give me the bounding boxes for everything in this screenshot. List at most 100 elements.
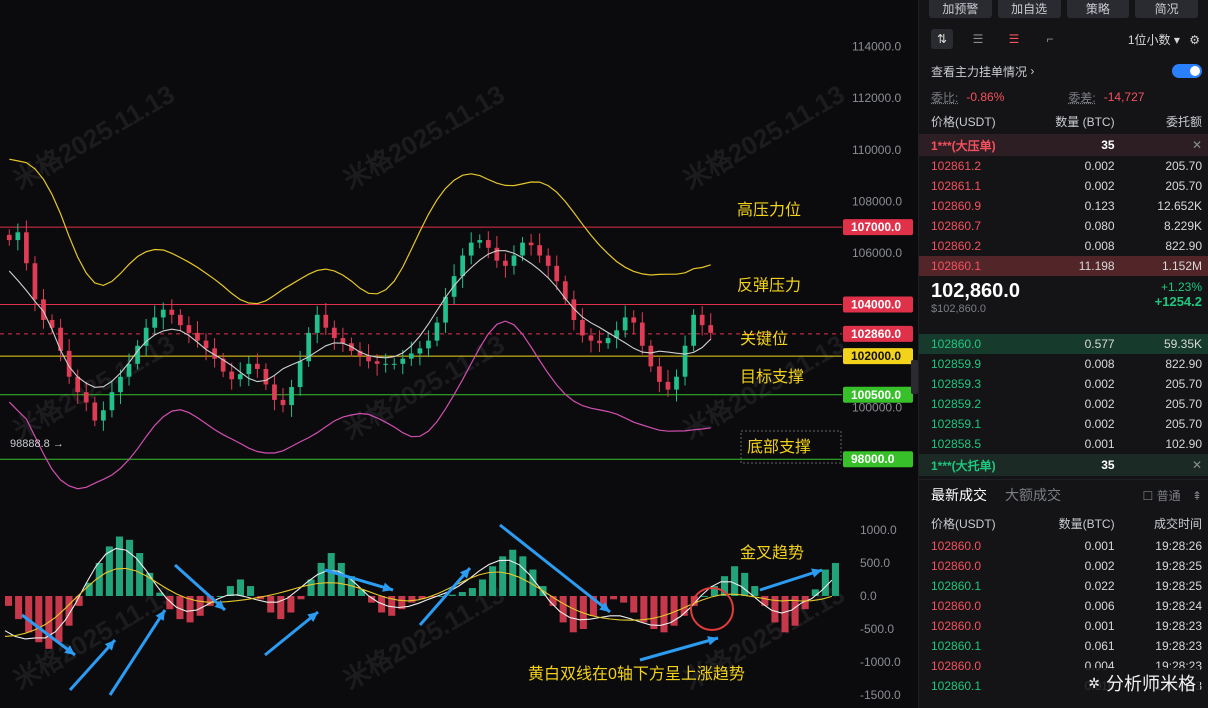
book-price-header: 价格(USDT) [931, 114, 996, 129]
candle-body [152, 317, 158, 328]
order-panel: 加预警 加自选 策略 简况 ⇅ ☰ ☰ ⌐ 1位小数 ▾ ⚙ 查看主力挂单情况 … [918, 0, 1208, 708]
bid-row-qty: 0.002 [1084, 397, 1115, 411]
watermark-text: 米格2025.11.13 [8, 579, 179, 695]
price-level-annotation: 目标支撑 [740, 368, 804, 386]
ask-row[interactable]: 102860.9 0.123 12.652K [919, 196, 1208, 216]
bid-row[interactable]: 102859.1 0.002 205.70 [919, 414, 1208, 434]
price-level-tag-label: 102860.0 [851, 327, 901, 341]
bid-row-amount: 59.35K [1163, 337, 1203, 351]
book-depth-icon[interactable]: ⌐ [1039, 29, 1061, 49]
bid-row-price: 102860.0 [931, 337, 982, 351]
brand-badge: ✲ 分析师米格 [1084, 668, 1200, 698]
settings-icon[interactable]: ⚙ [1189, 33, 1200, 47]
candle-body [674, 376, 679, 390]
trades-qty-header[interactable]: 数量(BTC) [1040, 515, 1115, 532]
candle-body [580, 319, 585, 336]
change-pct: +1.23% [1160, 280, 1202, 294]
candle-body [331, 327, 337, 339]
trade-row[interactable]: 102860.0 0.006 19:28:24 [919, 596, 1208, 616]
collapse-handle [911, 360, 918, 394]
ask-row-amount: 1.152M [1161, 259, 1203, 273]
candle-body [24, 232, 29, 264]
ask-row[interactable]: 102860.1 11.198 1.152M [919, 256, 1208, 276]
price-tick-label: 106000.0 [852, 246, 902, 260]
candle-body [682, 345, 688, 377]
book-both-icon[interactable]: ⇅ [931, 29, 953, 49]
trade-row[interactable]: 102860.0 0.002 19:28:25 [919, 556, 1208, 576]
bid-row[interactable]: 102858.5 0.001 102.90 [919, 434, 1208, 454]
tab-large-trades[interactable]: 大额成交 [1005, 485, 1061, 505]
candle-body [639, 322, 645, 346]
bid-row-qty: 0.002 [1084, 377, 1115, 391]
macd-histogram-bar [610, 595, 618, 600]
trade-row-time: 19:28:23 [1155, 639, 1203, 653]
add-alert-button[interactable]: 加预警 [929, 0, 992, 18]
price-level-tag-label: 107000.0 [851, 220, 901, 234]
candle-body [297, 361, 303, 388]
candle-body [32, 263, 38, 300]
book-bids-icon[interactable]: ☰ [967, 29, 989, 49]
macd-histogram-bar [126, 539, 134, 596]
ask-list: 102861.2 0.002 205.70 102861.1 0.002 205.70 10… [919, 156, 1208, 276]
macd-histogram-bar [751, 586, 759, 596]
book-qty-header[interactable]: 数量 (BTC) [1040, 113, 1114, 130]
trade-row[interactable]: 102860.1 0.022 19:28:25 [919, 576, 1208, 596]
trend-arrow [264, 610, 319, 657]
main-orders-toggle[interactable] [1172, 64, 1202, 78]
add-watchlist-button[interactable]: 加自选 [997, 0, 1061, 18]
macd-histogram-bar [297, 595, 305, 600]
ask-row[interactable]: 102860.2 0.008 822.90 [919, 236, 1208, 256]
last-price-block: 102,860.0 $102,860.0 +1.23% +1254.2 [919, 276, 1208, 334]
trade-row-price: 102860.1 [931, 579, 982, 593]
last-price: 102,860.0 [931, 280, 1020, 302]
close-bid-icon[interactable]: ✕ [1115, 458, 1202, 472]
ask-row-qty: 0.008 [1084, 239, 1115, 253]
trade-row[interactable]: 102860.0 0.001 19:28:23 [919, 616, 1208, 636]
chart-area[interactable]: 米格2025.11.13 米格2025.11.13 米格2025.11.13 米格20… [0, 0, 918, 708]
macd-histogram-bar [55, 595, 63, 643]
trade-row-qty: 0.022 [1084, 579, 1115, 593]
trades-header: 价格(USDT) 数量(BTC) 成交时间 [919, 510, 1208, 536]
diff-label: 委差: [1068, 90, 1096, 105]
candle-body [699, 314, 705, 326]
bid-row-amount: 205.70 [1165, 417, 1203, 431]
candle-body [691, 314, 696, 346]
book-amount-header[interactable]: 委托额 [1115, 113, 1202, 130]
strategy-button[interactable]: 策略 [1066, 0, 1130, 18]
candle-body [118, 376, 123, 393]
ask-row-amount: 12.652K [1157, 199, 1203, 213]
book-asks-icon[interactable]: ☰ [1003, 29, 1025, 49]
change-abs: +1254.2 [1154, 294, 1202, 309]
price-tick-label: 112000.0 [852, 91, 901, 105]
ask-row[interactable]: 102860.7 0.080 8.229K [919, 216, 1208, 236]
bid-row[interactable]: 102859.2 0.002 205.70 [919, 394, 1208, 414]
trade-row[interactable]: 102860.0 0.001 19:28:26 [919, 536, 1208, 556]
candle-body [426, 340, 431, 349]
overview-button[interactable]: 简况 [1135, 0, 1198, 18]
main-orders-link[interactable]: 查看主力挂单情况 [931, 63, 1027, 80]
macd-histogram-bar [448, 594, 456, 596]
tab-latest-trades[interactable]: 最新成交 [931, 485, 987, 505]
candle-body [75, 376, 81, 393]
macd-histogram-bar [115, 536, 123, 596]
brand-logo-icon: ✲ [1088, 674, 1100, 691]
main-orders-row[interactable]: 查看主力挂单情况 › [919, 56, 1208, 86]
trade-row[interactable]: 102860.1 0.061 19:28:23 [919, 636, 1208, 656]
ask-row[interactable]: 102861.2 0.002 205.70 [919, 156, 1208, 176]
close-icon[interactable]: ✕ [1115, 138, 1202, 152]
ask-row-qty: 0.080 [1084, 219, 1115, 233]
macd-histogram-bar [458, 592, 466, 596]
decimal-select[interactable]: 1位小数 ▾ ⚙ [1128, 31, 1200, 48]
ask-row-qty: 0.002 [1084, 159, 1115, 173]
candle-body [622, 317, 628, 331]
trade-row-time: 19:28:25 [1155, 559, 1203, 573]
bid-row[interactable]: 102859.9 0.008 822.90 [919, 354, 1208, 374]
filter-icon[interactable]: ⇞ [1192, 489, 1202, 503]
bid-row[interactable]: 102860.0 0.577 59.35K [919, 334, 1208, 354]
bid-row[interactable]: 102859.3 0.002 205.70 [919, 374, 1208, 394]
ask-row[interactable]: 102861.1 0.002 205.70 [919, 176, 1208, 196]
price-level-annotation: 底部支撑 [747, 438, 811, 456]
trades-time-header: 成交时间 [1154, 516, 1203, 531]
diff-value: -14,727 [1103, 90, 1145, 104]
normal-checkbox[interactable]: ☐ 普通 ⇞ [1142, 487, 1202, 504]
